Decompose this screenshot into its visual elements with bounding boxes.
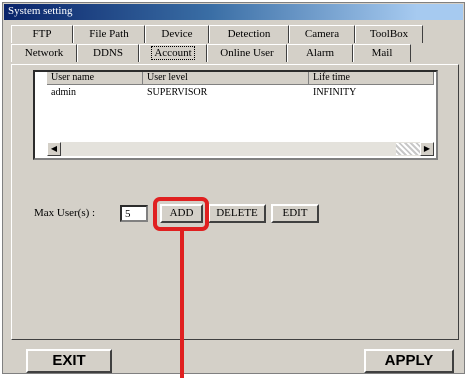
max-users-input[interactable] <box>120 205 148 222</box>
tab-device[interactable]: Device <box>145 25 209 43</box>
tab-label: Device <box>161 28 193 40</box>
apply-button[interactable]: APPLY <box>364 349 454 373</box>
tab-alarm[interactable]: Alarm <box>287 44 353 62</box>
tab-label: Mail <box>371 47 393 59</box>
tab-row-1: FTP File Path Device Detection Camera ToolBox <box>11 25 423 44</box>
scroll-thumb[interactable] <box>396 143 420 155</box>
tab-strip: FTP File Path Device Detection Camera ToolBox… <box>11 25 459 65</box>
tab-label: Account <box>151 46 195 60</box>
tab-label: DDNS <box>93 47 123 59</box>
tab-toolbox[interactable]: ToolBox <box>355 25 423 43</box>
exit-button[interactable]: EXIT <box>26 349 112 373</box>
highlight-frame <box>153 197 209 231</box>
system-setting-window: System setting FTP File Path Device Detecti… <box>2 2 465 374</box>
tab-file-path[interactable]: File Path <box>73 25 145 43</box>
cell-user-level: SUPERVISOR <box>147 87 208 98</box>
tab-row-2: Network DDNS Account Online User Alarm Mail <box>11 44 411 63</box>
tab-mail[interactable]: Mail <box>353 44 411 62</box>
cell-life-time: INFINITY <box>313 87 357 98</box>
tab-ddns[interactable]: DDNS <box>77 44 139 62</box>
user-list-header: User name User level Life time <box>47 72 434 85</box>
horizontal-scrollbar[interactable]: ◀ ▶ <box>47 142 434 156</box>
edit-button[interactable]: EDIT <box>271 204 319 223</box>
tab-camera[interactable]: Camera <box>289 25 355 43</box>
tab-label: ToolBox <box>369 28 409 40</box>
cell-user-name: admin <box>51 87 76 98</box>
tab-label: Online User <box>220 47 274 59</box>
column-header-life-time[interactable]: Life time <box>309 72 434 85</box>
callout-line <box>180 231 184 378</box>
scroll-left-icon[interactable]: ◀ <box>47 142 61 156</box>
scroll-track[interactable] <box>61 142 396 156</box>
tab-label: Alarm <box>305 47 335 59</box>
tab-online-user[interactable]: Online User <box>207 44 287 62</box>
tab-label: Camera <box>304 28 340 40</box>
tab-label: File Path <box>89 28 129 40</box>
tab-ftp[interactable]: FTP <box>11 25 73 43</box>
tab-account[interactable]: Account <box>139 44 207 62</box>
column-header-user-name[interactable]: User name <box>47 72 143 85</box>
tab-label: FTP <box>32 28 52 40</box>
column-header-user-level[interactable]: User level <box>143 72 309 85</box>
scroll-right-icon[interactable]: ▶ <box>420 142 434 156</box>
title-bar[interactable]: System setting <box>4 4 463 20</box>
table-row[interactable]: admin SUPERVISOR INFINITY <box>47 87 434 98</box>
tab-label: Network <box>24 47 64 59</box>
max-users-label: Max User(s) : <box>34 207 96 219</box>
tab-network[interactable]: Network <box>11 44 77 62</box>
delete-button[interactable]: DELETE <box>208 204 266 223</box>
tab-detection[interactable]: Detection <box>209 25 289 43</box>
tab-label: Detection <box>227 28 271 40</box>
window-title: System setting <box>8 5 73 17</box>
user-list[interactable]: User name User level Life time admin SUP… <box>33 70 438 160</box>
